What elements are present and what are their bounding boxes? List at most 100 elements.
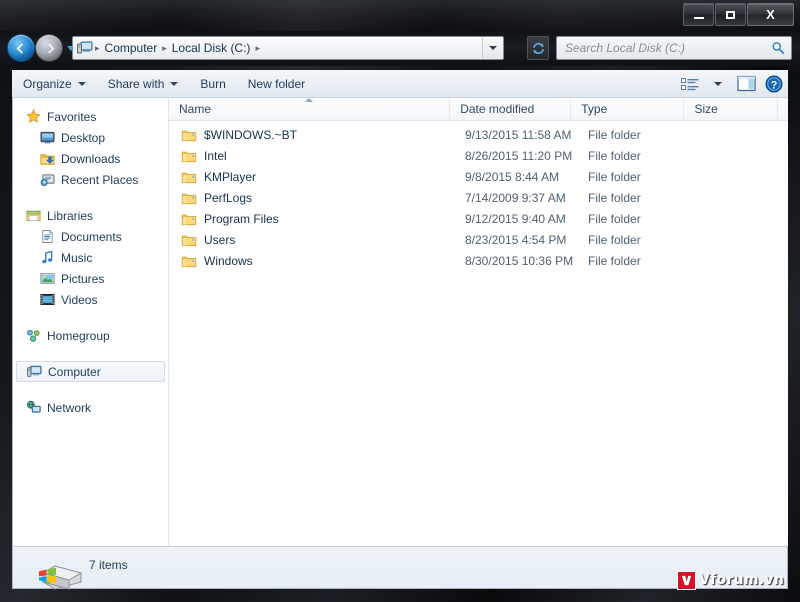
change-view-button[interactable] <box>676 73 704 95</box>
preview-pane-button[interactable] <box>732 73 760 95</box>
column-header-size[interactable]: Size <box>684 98 778 120</box>
file-name-label: PerfLogs <box>204 190 253 205</box>
desktop-icon <box>39 130 55 146</box>
table-row[interactable]: KMPlayer 9/8/2015 8:44 AM File folder <box>169 166 788 187</box>
share-with-button[interactable]: Share with <box>97 72 190 96</box>
cell-name[interactable]: PerfLogs <box>169 190 455 206</box>
cell-type-label: File folder <box>588 127 641 142</box>
navigation-buttons <box>8 35 75 61</box>
cell-type-label: File folder <box>588 232 641 247</box>
cell-name[interactable]: Intel <box>169 148 455 164</box>
table-row[interactable]: Intel 8/26/2015 11:20 PM File folder <box>169 145 788 166</box>
table-row[interactable]: PerfLogs 7/14/2009 9:37 AM File folder <box>169 187 788 208</box>
sidebar-item-homegroup[interactable]: Homegroup <box>13 325 168 346</box>
sidebar-item-downloads[interactable]: Downloads <box>13 148 168 169</box>
help-icon: ? <box>765 75 783 92</box>
back-arrow-icon <box>16 42 23 54</box>
recent-places-icon <box>39 172 55 188</box>
file-rows: $WINDOWS.~BT 9/13/2015 11:58 AM File folde… <box>169 121 788 271</box>
cell-name[interactable]: $WINDOWS.~BT <box>169 127 455 143</box>
sidebar-item-favorites[interactable]: Favorites <box>13 106 168 127</box>
sidebar-label: Libraries <box>47 208 94 223</box>
chevron-down-icon <box>714 81 722 86</box>
view-dropdown-button[interactable] <box>704 73 732 95</box>
vforum-logo-icon <box>677 570 696 590</box>
cell-name[interactable]: Windows <box>169 253 455 269</box>
back-button[interactable] <box>8 35 34 61</box>
close-icon: X <box>766 7 775 22</box>
file-name-label: Intel <box>204 148 227 163</box>
cell-type-label: File folder <box>588 169 641 184</box>
sidebar-item-music[interactable]: Music <box>13 247 168 268</box>
window-controls: X <box>682 3 794 26</box>
cell-date-modified: 9/8/2015 8:44 AM <box>455 170 578 184</box>
search-icon[interactable] <box>771 41 785 55</box>
libraries-icon <box>25 208 41 224</box>
explorer-body: Favorites Desktop Downloads Recent Place… <box>12 98 788 546</box>
sidebar-item-documents[interactable]: Documents <box>13 226 168 247</box>
cell-date-modified: 9/13/2015 11:58 AM <box>455 128 578 142</box>
watermark-text: Vforum.vn <box>699 572 785 588</box>
sidebar-item-network[interactable]: Network <box>13 397 168 418</box>
share-with-label: Share with <box>107 76 165 91</box>
sidebar-label: Desktop <box>61 130 106 145</box>
breadcrumb-dropdown-button[interactable] <box>482 38 502 58</box>
breadcrumb-separator-2[interactable]: ▸ <box>253 43 262 54</box>
breadcrumb-item-local-disk[interactable]: Local Disk (C:) <box>169 41 254 55</box>
table-row[interactable]: $WINDOWS.~BT 9/13/2015 11:58 AM File folde… <box>169 124 788 145</box>
cell-name[interactable]: Program Files <box>169 211 455 227</box>
forward-arrow-icon <box>47 42 54 54</box>
column-headers: Name Date modified Type Size <box>169 98 788 121</box>
maximize-button[interactable] <box>715 3 746 26</box>
cell-type: File folder <box>578 212 693 226</box>
sidebar-item-libraries[interactable]: Libraries <box>13 205 168 226</box>
refresh-button[interactable] <box>527 36 549 60</box>
help-button[interactable]: ? <box>760 73 788 95</box>
sidebar-item-pictures[interactable]: Pictures <box>13 268 168 289</box>
close-button[interactable]: X <box>747 3 794 26</box>
navigation-pane[interactable]: Favorites Desktop Downloads Recent Place… <box>13 98 169 546</box>
sidebar-label: Recent Places <box>61 172 139 187</box>
column-header-date-modified[interactable]: Date modified <box>450 98 572 120</box>
sidebar-item-recent-places[interactable]: Recent Places <box>13 169 168 190</box>
breadcrumb[interactable]: ▸ Computer ▸ Local Disk (C:) ▸ <box>72 36 504 60</box>
burn-button[interactable]: Burn <box>189 72 236 96</box>
breadcrumb-separator-1[interactable]: ▸ <box>160 43 169 54</box>
nav-group-homegroup: Homegroup <box>13 325 168 346</box>
minimize-button[interactable] <box>683 3 714 26</box>
sidebar-item-computer[interactable]: Computer <box>16 361 165 382</box>
videos-icon <box>39 292 55 308</box>
cell-date-modified-label: 9/13/2015 11:58 AM <box>465 127 572 142</box>
new-folder-button[interactable]: New folder <box>237 72 316 96</box>
column-header-type[interactable]: Type <box>571 98 685 120</box>
sidebar-item-videos[interactable]: Videos <box>13 289 168 310</box>
cell-name[interactable]: Users <box>169 232 455 248</box>
local-disk-icon <box>39 565 83 590</box>
search-input[interactable]: Search Local Disk (C:) <box>556 36 792 60</box>
forward-button[interactable] <box>36 35 62 61</box>
sidebar-label: Homegroup <box>47 328 110 343</box>
organize-button[interactable]: Organize <box>12 72 97 96</box>
explorer-window: X ▸ Computer ▸ Local Disk (C:) ▸ Search … <box>0 0 800 590</box>
column-header-filler <box>778 98 788 120</box>
table-row[interactable]: Users 8/23/2015 4:54 PM File folder <box>169 229 788 250</box>
pictures-icon <box>39 271 55 287</box>
cell-type: File folder <box>578 254 693 268</box>
minimize-icon <box>693 16 704 19</box>
file-name-label: Windows <box>204 253 253 268</box>
organize-label: Organize <box>23 76 72 91</box>
column-header-name[interactable]: Name <box>169 98 451 120</box>
sidebar-label: Videos <box>61 292 98 307</box>
cell-name[interactable]: KMPlayer <box>169 169 455 185</box>
sidebar-item-desktop[interactable]: Desktop <box>13 127 168 148</box>
breadcrumb-separator-0: ▸ <box>95 42 100 53</box>
table-row[interactable]: Program Files 9/12/2015 9:40 AM File folde… <box>169 208 788 229</box>
table-row[interactable]: Windows 8/30/2015 10:36 PM File folder <box>169 250 788 271</box>
breadcrumb-item-computer[interactable]: Computer <box>102 41 161 55</box>
file-name-label: Program Files <box>204 211 279 226</box>
title-bar[interactable]: X <box>0 0 800 32</box>
column-label: Type <box>581 102 608 116</box>
file-list-pane[interactable]: Name Date modified Type Size $WINDOWS.~B… <box>169 98 788 546</box>
